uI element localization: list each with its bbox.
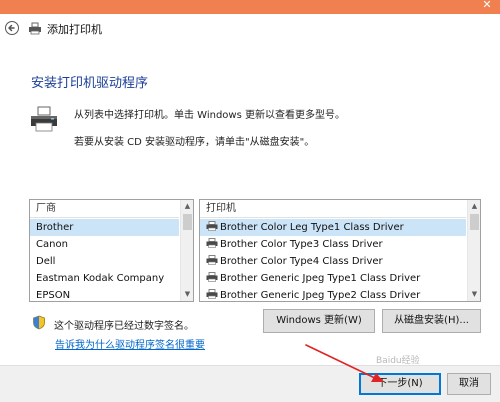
printer-label: Brother Generic Jpeg Type1 Class Driver — [220, 273, 421, 284]
list-item-dell[interactable]: Dell — [30, 253, 179, 270]
cancel-button[interactable]: 取消 — [447, 373, 491, 395]
list-item-brother[interactable]: Brother — [30, 219, 179, 236]
printer-icon — [206, 238, 218, 248]
signed-driver-text: 这个驱动程序已经过数字签名。 — [54, 321, 194, 332]
back-arrow-icon[interactable] — [5, 21, 19, 35]
printer-icon — [206, 255, 218, 265]
signing-info-link[interactable]: 告诉我为什么驱动程序签名很重要 — [55, 336, 205, 351]
scroll-down-icon[interactable]: ▼ — [181, 288, 193, 301]
have-disk-button[interactable]: 从磁盘安装(H)... — [382, 309, 481, 333]
scroll-up-icon[interactable]: ▲ — [468, 200, 480, 213]
next-button[interactable]: 下一步(N) — [359, 373, 441, 395]
printer-label: Brother Color Leg Type1 Class Driver — [220, 222, 404, 233]
scrollbar-thumb[interactable] — [183, 214, 192, 230]
description-line-1: 从列表中选择打印机。单击 Windows 更新以查看更多型号。 — [74, 110, 345, 121]
printer-label: Brother Color Type4 Class Driver — [220, 256, 383, 267]
list-item-printer[interactable]: Brother Color Type4 Class Driver — [200, 253, 466, 270]
printer-icon — [206, 289, 218, 299]
printer-icon — [206, 221, 218, 231]
window-title-bar — [0, 0, 500, 14]
list-item-printer[interactable]: Brother Generic Jpeg Type2 Class Driver — [200, 287, 466, 301]
list-item-printer[interactable]: Brother Generic Jpeg Type1 Class Driver — [200, 270, 466, 287]
scroll-down-icon[interactable]: ▼ — [468, 288, 480, 301]
windows-update-button[interactable]: Windows 更新(W) — [263, 309, 375, 333]
list-item-epson[interactable]: EPSON — [30, 287, 179, 301]
baidu-watermark: Baidu经验 — [376, 356, 420, 366]
shield-icon — [33, 315, 45, 330]
list-item-kodak[interactable]: Eastman Kodak Company — [30, 270, 179, 287]
manufacturer-list-header: 厂商 — [30, 200, 179, 218]
window-title: 添加打印机 — [47, 23, 102, 36]
list-item-printer[interactable]: Brother Color Leg Type1 Class Driver — [200, 219, 466, 236]
printer-list-header: 打印机 — [200, 200, 466, 218]
printer-label: Brother Color Type3 Class Driver — [220, 239, 383, 250]
close-icon[interactable]: ✕ — [474, 0, 500, 12]
manufacturer-list[interactable]: 厂商 Brother Canon Dell Eastman Kodak Comp… — [29, 199, 194, 302]
printer-icon — [29, 22, 41, 35]
list-item-printer[interactable]: Brother Color Type3 Class Driver — [200, 236, 466, 253]
printer-scrollbar[interactable]: ▲ ▼ — [467, 200, 480, 301]
printer-icon — [206, 272, 218, 282]
description-line-2: 若要从安装 CD 安装驱动程序，请单击"从磁盘安装"。 — [74, 137, 315, 148]
printer-icon — [31, 106, 57, 132]
scroll-up-icon[interactable]: ▲ — [181, 200, 193, 213]
page-title: 安装打印机驱动程序 — [31, 76, 149, 91]
printer-label: Brother Generic Jpeg Type2 Class Driver — [220, 290, 421, 301]
manufacturer-scrollbar[interactable]: ▲ ▼ — [180, 200, 193, 301]
scrollbar-thumb[interactable] — [470, 214, 479, 230]
list-item-canon[interactable]: Canon — [30, 236, 179, 253]
printer-list[interactable]: 打印机 Brother Color Leg Type1 Class Driver… — [199, 199, 481, 302]
